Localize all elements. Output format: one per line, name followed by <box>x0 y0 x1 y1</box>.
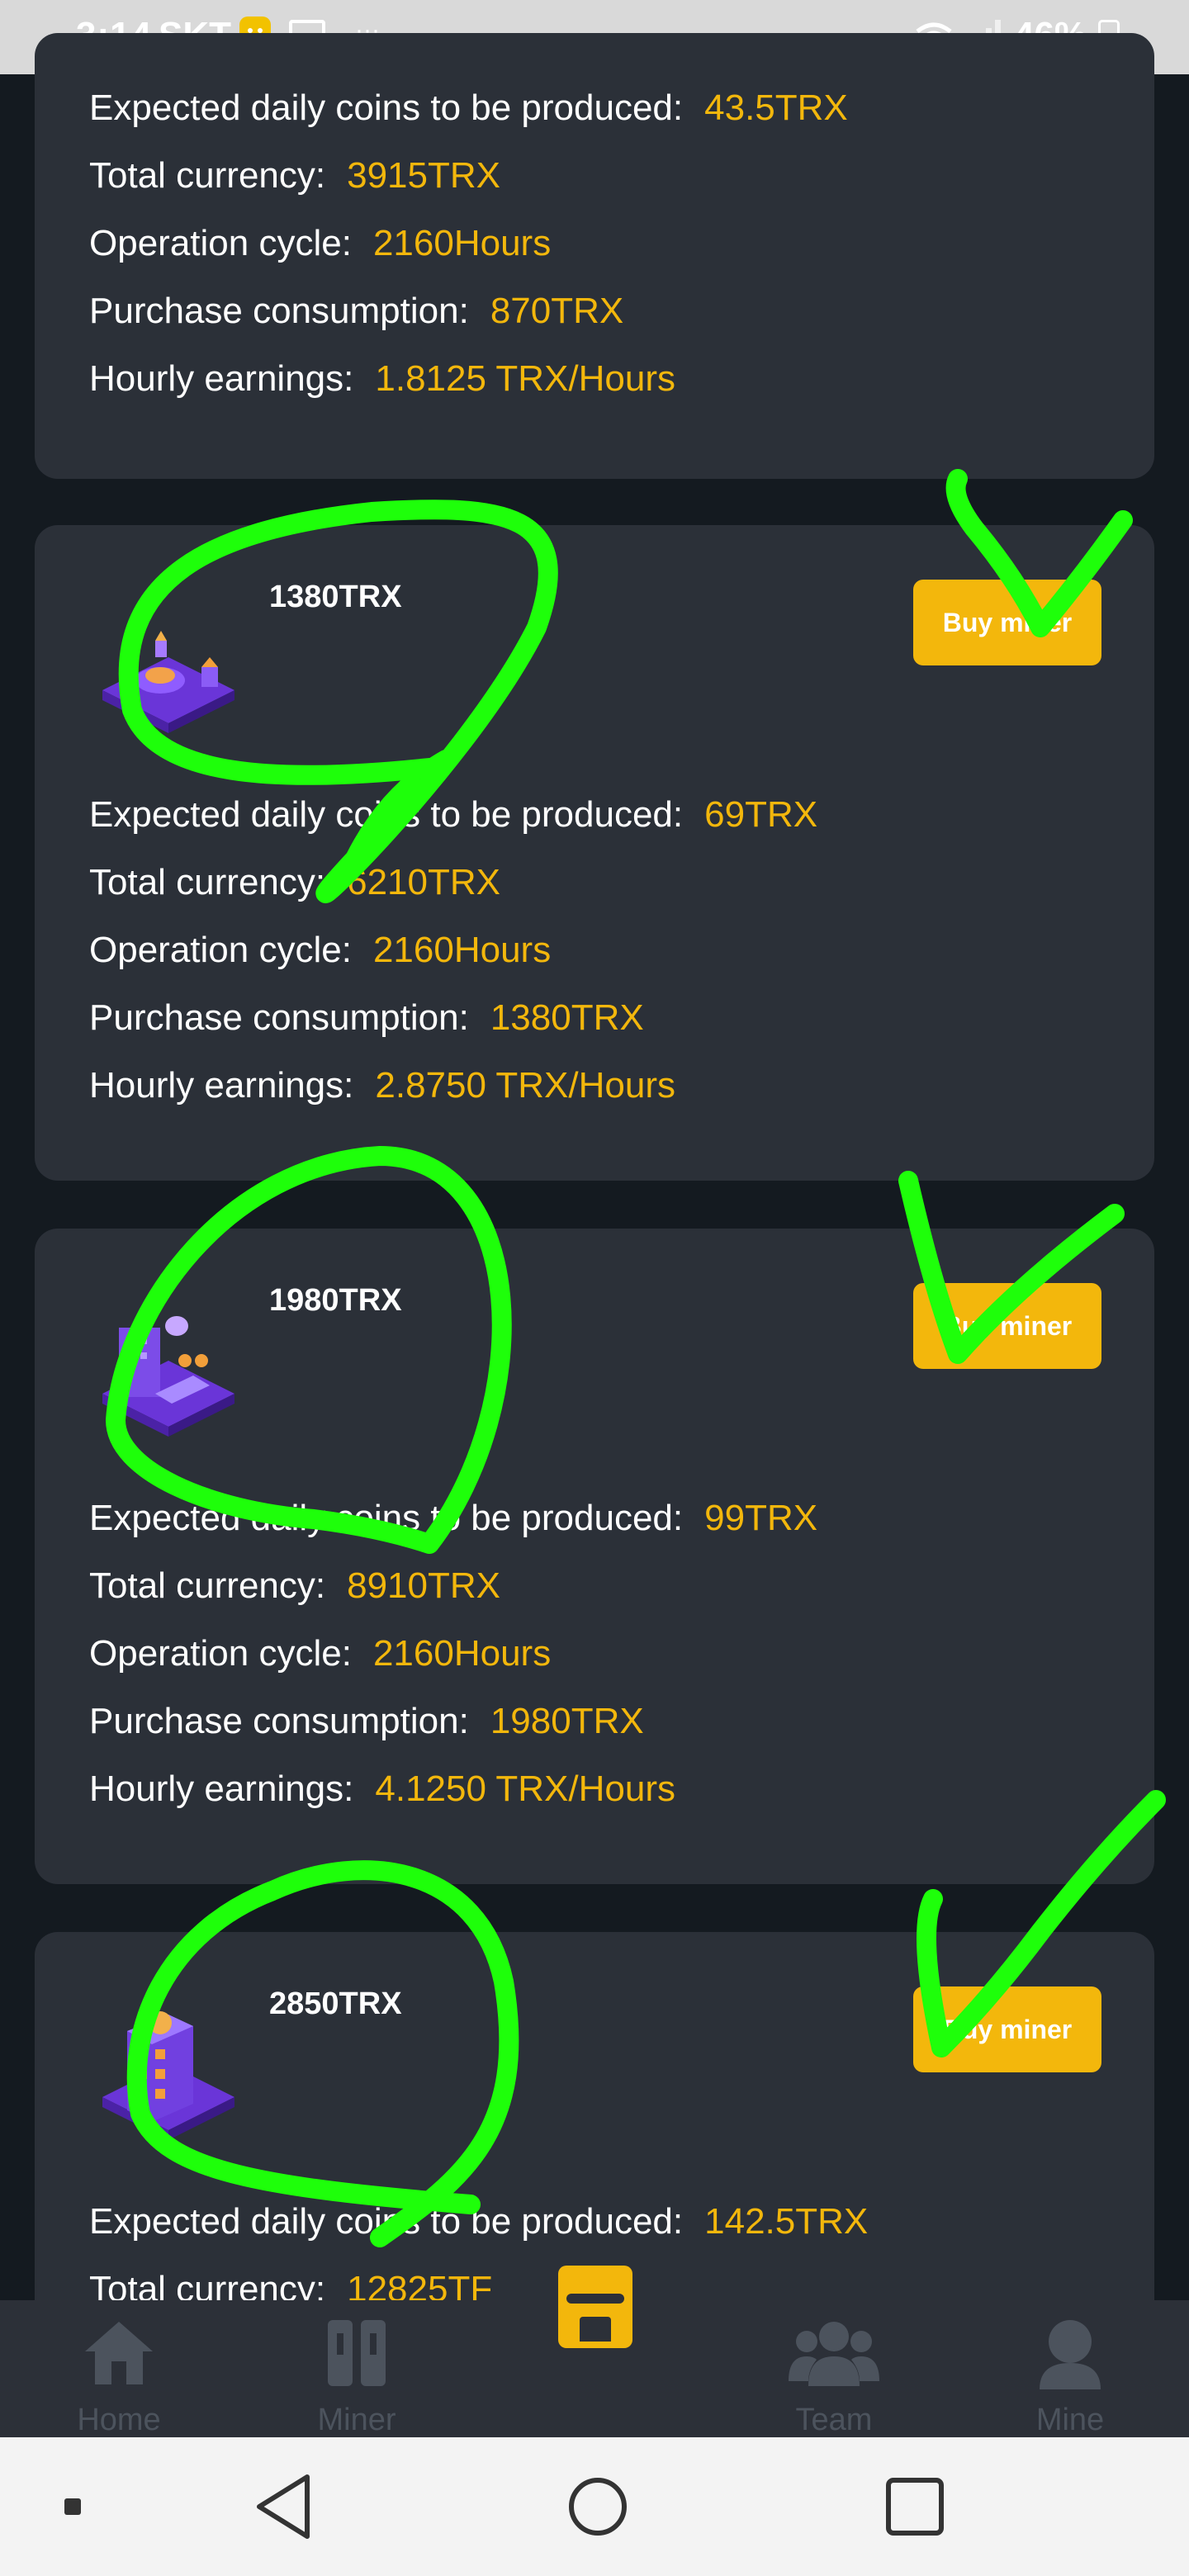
nav-mine[interactable]: Mine <box>996 2315 1144 2438</box>
home-circle-icon[interactable] <box>566 2475 629 2538</box>
nav-mine-label: Mine <box>1035 2403 1105 2437</box>
purchase-row: Purchase consumption: 1980TRX <box>89 1701 644 1741</box>
miner-card: Expected daily coins to be produced: 43.5… <box>35 33 1154 479</box>
nav-home[interactable]: Home <box>45 2315 193 2438</box>
back-icon[interactable] <box>253 2472 314 2541</box>
profile-icon <box>1040 2320 1101 2389</box>
miner-card: 1980TRX Buy miner Expected daily coins t… <box>35 1229 1154 1884</box>
total-row: Total currency: 6210TRX <box>89 862 500 902</box>
nav-team[interactable]: Team <box>760 2315 908 2438</box>
nav-team-label: Team <box>795 2403 873 2437</box>
system-nav-bar <box>0 2437 1189 2576</box>
daily-row: Expected daily coins to be produced: 142.… <box>89 2201 869 2242</box>
miner-2850-icon <box>102 2011 234 2140</box>
cycle-row: Operation cycle: 2160Hours <box>89 223 552 263</box>
total-row: Total currency: 8910TRX <box>89 1565 500 1606</box>
purchase-row: Purchase consumption: 870TRX <box>89 291 624 331</box>
miner-price: 1980TRX <box>269 1283 402 1318</box>
team-icon <box>789 2322 879 2386</box>
hourly-row: Hourly earnings: 4.1250 TRX/Hours <box>89 1769 675 1809</box>
buy-miner-button[interactable]: Buy miner <box>913 580 1101 665</box>
hourly-row: Hourly earnings: 1.8125 TRX/Hours <box>89 358 675 399</box>
daily-row: Expected daily coins to be produced: 69TR… <box>89 794 818 835</box>
miner-icon <box>328 2320 386 2386</box>
nav-home-label: Home <box>77 2403 161 2437</box>
miner-price: 2850TRX <box>269 1986 402 2021</box>
daily-row: Expected daily coins to be produced: 43.5… <box>89 88 848 128</box>
buy-miner-button[interactable]: Buy miner <box>913 1986 1101 2072</box>
buy-miner-button[interactable]: Buy miner <box>913 1283 1101 1369</box>
total-row: Total currency: 3915TRX <box>89 155 500 196</box>
home-icon <box>85 2322 153 2384</box>
store-icon[interactable] <box>558 2266 632 2348</box>
miner-1980-icon <box>102 1316 234 1437</box>
bottom-nav: Home Miner Team Mine <box>0 2266 1189 2438</box>
nav-miner[interactable]: Miner <box>282 2315 431 2438</box>
miner-card: 1380TRX Buy miner Expected daily coins t… <box>35 525 1154 1181</box>
recent-dot-icon[interactable] <box>64 2498 81 2515</box>
cycle-row: Operation cycle: 2160Hours <box>89 930 552 970</box>
daily-row: Expected daily coins to be produced: 99TR… <box>89 1498 818 1538</box>
nav-miner-label: Miner <box>317 2403 396 2437</box>
miner-price: 1380TRX <box>269 580 402 614</box>
miner-1380-icon <box>102 631 234 733</box>
recents-square-icon[interactable] <box>885 2477 945 2536</box>
cycle-row: Operation cycle: 2160Hours <box>89 1633 552 1674</box>
hourly-row: Hourly earnings: 2.8750 TRX/Hours <box>89 1065 675 1106</box>
purchase-row: Purchase consumption: 1380TRX <box>89 997 644 1038</box>
